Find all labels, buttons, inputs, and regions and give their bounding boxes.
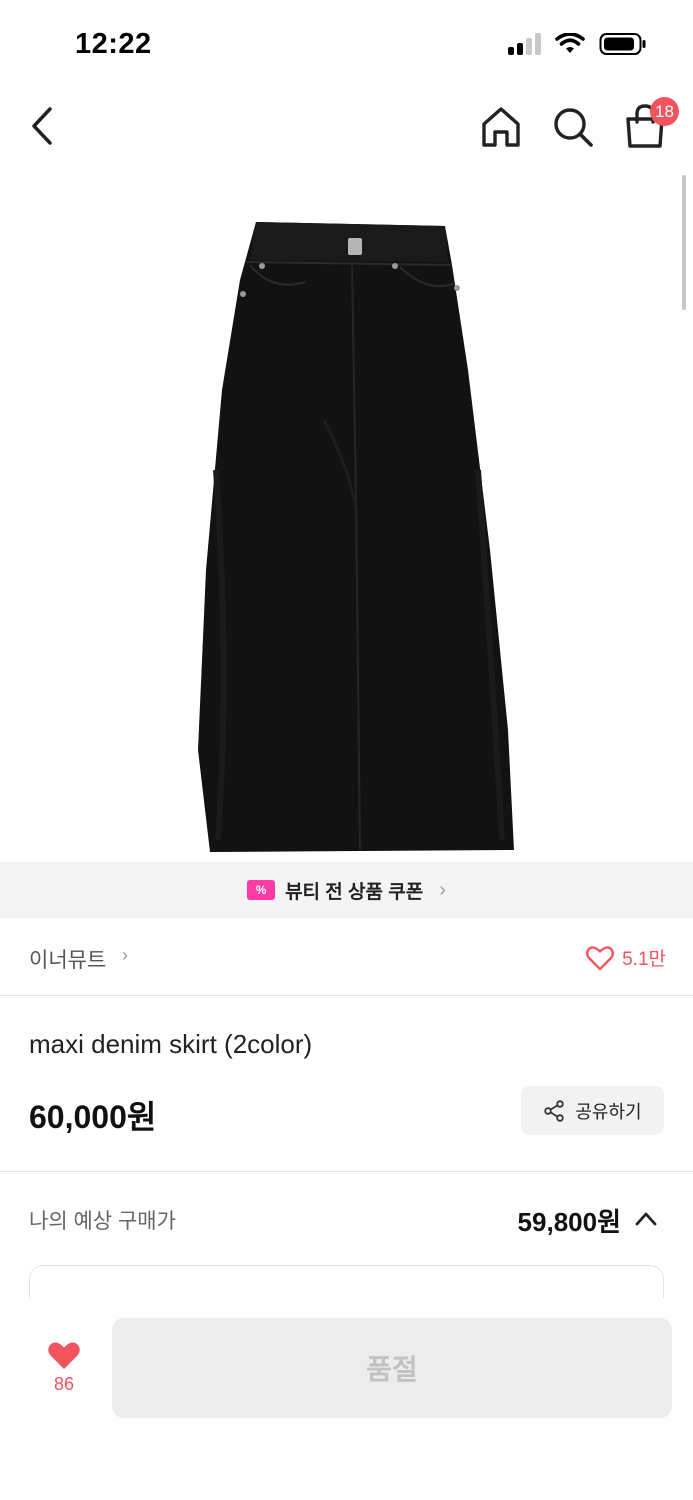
ticket-icon: %	[247, 880, 276, 900]
price-detail-card	[29, 1265, 664, 1298]
wish-button[interactable]: 86	[30, 1340, 98, 1410]
chevron-up-icon[interactable]	[633, 1206, 659, 1232]
product-price: 60,000원	[29, 1099, 157, 1135]
coupon-banner[interactable]: % 뷰티 전 상품 쿠폰 ›	[0, 862, 693, 918]
wish-count: 86	[53, 1374, 75, 1394]
divider	[0, 1171, 693, 1172]
heart-outline-icon	[586, 945, 615, 970]
cellular-signal-icon	[508, 33, 541, 55]
chevron-right-icon: ›	[439, 878, 446, 901]
chevron-left-icon[interactable]	[24, 104, 64, 148]
home-icon[interactable]	[478, 104, 524, 150]
brand-like-button[interactable]: 5.1만	[586, 944, 666, 971]
scroll-indicator	[682, 175, 686, 310]
product-title: maxi denim skirt (2color)	[29, 1029, 313, 1059]
brand-like-count: 5.1만	[622, 949, 666, 970]
bottom-action-bar: 86 품절	[0, 1298, 693, 1500]
status-time: 12:22	[75, 28, 152, 60]
heart-filled-icon	[48, 1342, 80, 1369]
share-label: 공유하기	[575, 1101, 642, 1122]
share-button[interactable]: 공유하기	[521, 1086, 664, 1135]
cart-count-badge: 18	[650, 97, 679, 126]
chevron-right-icon: ›	[122, 945, 128, 965]
search-icon[interactable]	[550, 104, 596, 150]
share-icon	[544, 1099, 565, 1122]
product-image	[198, 222, 514, 852]
coupon-text: 뷰티 전 상품 쿠폰	[285, 881, 424, 903]
product-image-carousel[interactable]	[0, 170, 693, 862]
wifi-icon	[555, 33, 585, 53]
expected-price-value: 59,800원	[517, 1207, 621, 1237]
status-bar: 12:22	[0, 0, 693, 90]
battery-icon	[599, 33, 646, 55]
status-icons	[508, 32, 647, 56]
brand-link[interactable]: 이너뮤트	[29, 944, 106, 974]
brand-row: 이너뮤트 › 5.1만	[0, 918, 693, 996]
nav-bar	[0, 90, 693, 170]
soldout-button[interactable]: 품절	[112, 1318, 672, 1418]
expected-price-label: 나의 예상 구매가	[29, 1210, 176, 1233]
